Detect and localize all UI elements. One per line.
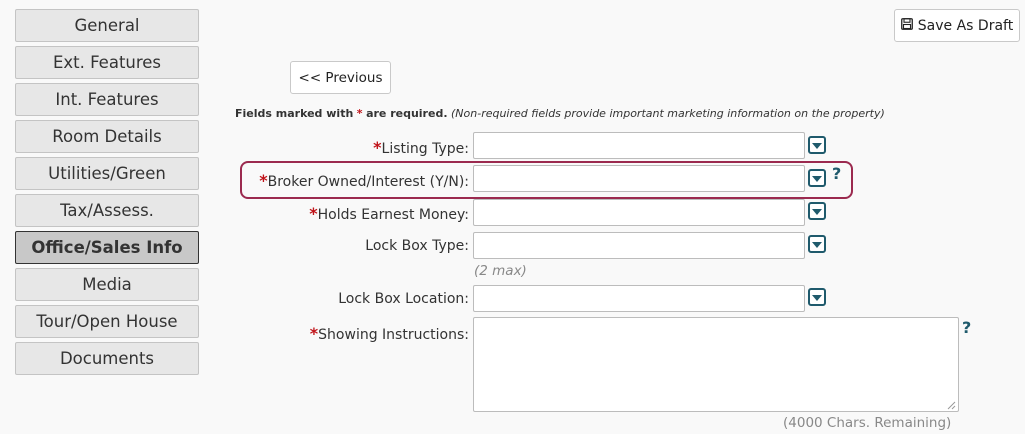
sidebar-item-general[interactable]: General [15, 9, 199, 42]
showing-instructions-label: *Showing Instructions: [310, 324, 469, 343]
lock-box-type-label: Lock Box Type: [365, 238, 469, 254]
sidebar-item-room-details[interactable]: Room Details [15, 120, 199, 153]
sidebar-item-office-sales-info[interactable]: Office/Sales Info [15, 231, 199, 264]
save-as-draft-button[interactable]: Save As Draft [894, 9, 1020, 42]
sidebar-item-documents[interactable]: Documents [15, 342, 199, 375]
holds-earnest-money-dropdown-button[interactable] [808, 202, 826, 220]
required-fields-note: Fields marked with * are required. (Non-… [235, 107, 885, 120]
sidebar-nav: General Ext. Features Int. Features Room… [15, 9, 199, 379]
lock-box-type-label-text: Lock Box Type: [365, 238, 469, 254]
listing-type-dropdown-button[interactable] [808, 136, 826, 154]
required-star: * [309, 324, 319, 343]
lock-box-type-hint: (2 max) [474, 263, 527, 279]
showing-instructions-textarea[interactable] [473, 317, 959, 412]
holds-earnest-money-label: *Holds Earnest Money: [309, 204, 469, 223]
required-star: * [373, 138, 382, 157]
required-star: * [309, 204, 318, 223]
listing-type-label: *Listing Type: [373, 138, 469, 157]
broker-owned-input[interactable] [473, 165, 805, 192]
sidebar-item-utilities-green[interactable]: Utilities/Green [15, 157, 199, 190]
lock-box-type-dropdown-button[interactable] [808, 235, 826, 253]
chevron-down-icon [812, 175, 822, 182]
required-note-prefix: Fields marked with [235, 107, 354, 120]
chevron-down-icon [812, 142, 822, 149]
floppy-disk-icon [900, 17, 913, 34]
broker-owned-dropdown-button[interactable] [808, 169, 826, 187]
chars-remaining-counter: (4000 Chars. Remaining) [783, 415, 952, 431]
sidebar-item-tour-open-house[interactable]: Tour/Open House [15, 305, 199, 338]
previous-label: << Previous [298, 69, 383, 86]
broker-owned-label: *Broker Owned/Interest (Y/N): [259, 171, 469, 190]
holds-earnest-money-input[interactable] [473, 199, 805, 226]
sidebar-item-tax-assess[interactable]: Tax/Assess. [15, 194, 199, 227]
chevron-down-icon [812, 241, 822, 248]
resize-handle-icon[interactable] [947, 401, 956, 410]
showing-instructions-label-text: Showing Instructions: [318, 327, 469, 343]
sidebar-item-int-features[interactable]: Int. Features [15, 83, 199, 116]
help-icon[interactable]: ? [962, 318, 971, 337]
broker-owned-label-text: Broker Owned/Interest (Y/N): [267, 174, 469, 190]
holds-earnest-money-label-text: Holds Earnest Money: [317, 207, 469, 223]
required-star: * [259, 171, 268, 190]
lock-box-location-label-text: Lock Box Location: [338, 291, 469, 307]
help-icon[interactable]: ? [832, 164, 841, 183]
listing-type-input[interactable] [473, 132, 805, 159]
sidebar-item-media[interactable]: Media [15, 268, 199, 301]
previous-button[interactable]: << Previous [290, 61, 391, 94]
listing-type-label-text: Listing Type: [381, 141, 469, 157]
chevron-down-icon [812, 208, 822, 215]
required-note-suffix: are required. [366, 107, 448, 120]
lock-box-location-input[interactable] [473, 285, 805, 312]
save-as-draft-label: Save As Draft [917, 17, 1014, 34]
required-note-italic: (Non-required fields provide important m… [451, 107, 885, 120]
lock-box-location-label: Lock Box Location: [338, 291, 469, 307]
lock-box-location-dropdown-button[interactable] [808, 288, 826, 306]
sidebar-item-ext-features[interactable]: Ext. Features [15, 46, 199, 79]
lock-box-type-input[interactable] [473, 232, 805, 259]
required-star: * [356, 107, 363, 120]
chevron-down-icon [812, 294, 822, 301]
